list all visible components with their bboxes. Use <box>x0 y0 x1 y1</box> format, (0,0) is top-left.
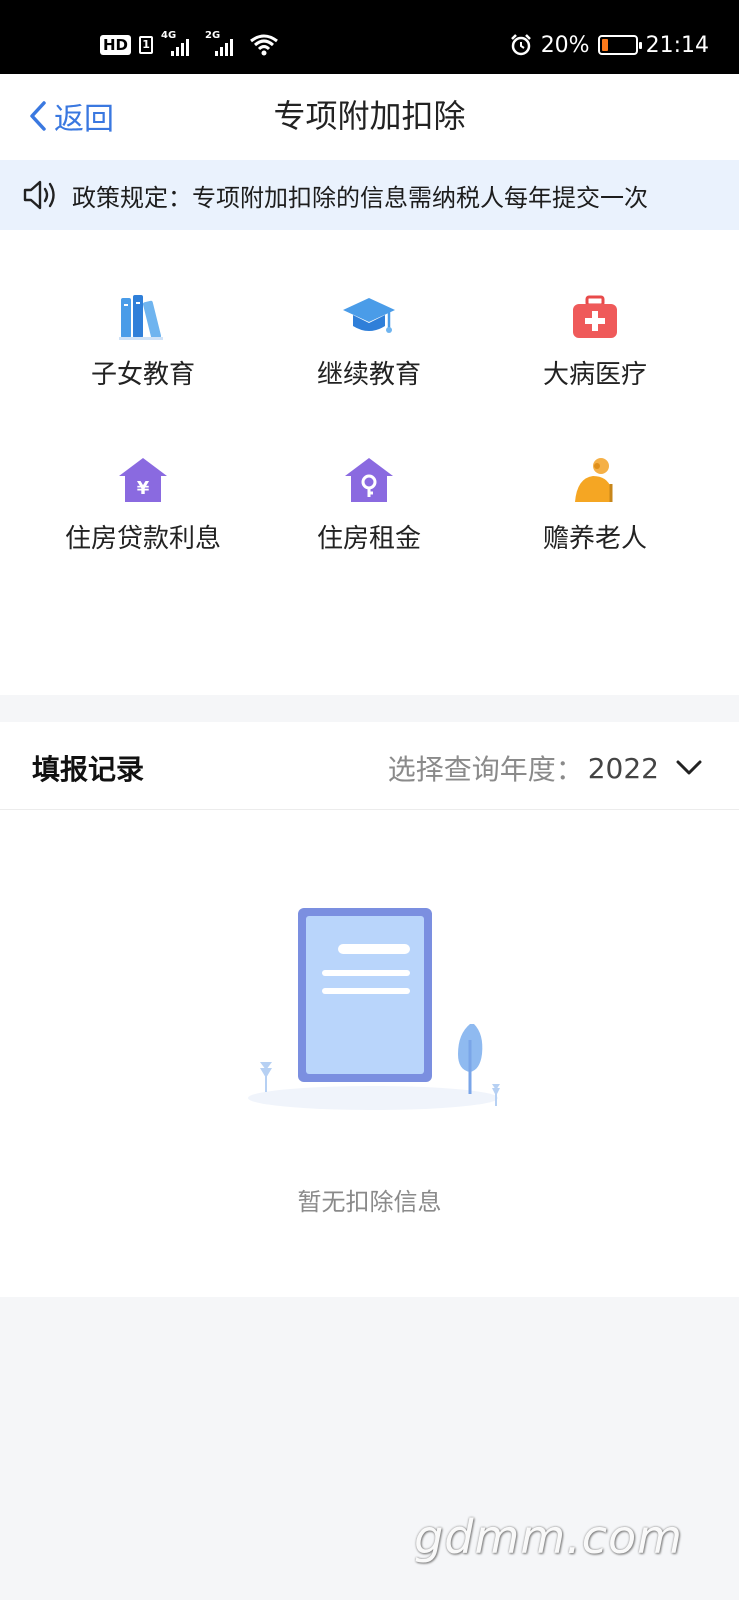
sim-icon: 1 <box>139 36 154 54</box>
category-label: 住房租金 <box>316 524 421 554</box>
watermark: gdmm.com <box>414 1510 683 1564</box>
speaker-icon <box>23 180 55 210</box>
clock: 21:14 <box>645 32 709 58</box>
category-children-education[interactable]: 子女教育 <box>28 292 258 412</box>
medical-kit-icon <box>573 295 617 338</box>
category-label: 子女教育 <box>90 360 195 390</box>
status-right: 20% 21:14 <box>509 30 709 60</box>
category-label: 继续教育 <box>316 360 421 390</box>
records-title: 填报记录 <box>32 753 145 786</box>
battery-icon <box>597 35 642 55</box>
category-label: 赡养老人 <box>542 524 647 554</box>
svg-text:¥: ¥ <box>137 478 150 499</box>
year-selector[interactable]: 选择查询年度： 2022 <box>388 748 703 788</box>
chevron-down-icon <box>676 760 702 775</box>
nav-bar: 返回 专项附加扣除 <box>0 74 739 160</box>
year-selector-value: 2022 <box>587 751 659 785</box>
category-label: 住房贷款利息 <box>64 524 221 554</box>
cell-signal-icon: 4G <box>161 30 197 58</box>
cell-signal-2-icon: 2G <box>205 30 241 58</box>
records-section: 填报记录 选择查询年度： 2022 暂无扣除信息 <box>0 722 739 1297</box>
policy-notice: 政策规定：专项附加扣除的信息需纳税人每年提交一次 <box>0 160 739 230</box>
page-title: 专项附加扣除 <box>273 97 466 135</box>
category-elderly-support[interactable]: 赡养老人 <box>480 456 710 576</box>
house-loan-icon: ¥ <box>119 458 167 502</box>
category-label: 大病医疗 <box>542 360 647 390</box>
status-bar: HD 1 4G 2G 20% 21:14 <box>0 0 739 74</box>
graduation-cap-icon <box>343 298 395 333</box>
category-housing-rent[interactable]: 住房租金 <box>254 456 484 576</box>
house-key-icon <box>345 458 393 502</box>
hd-icon: HD <box>100 35 132 55</box>
category-housing-loan-interest[interactable]: ¥ 住房贷款利息 <box>28 456 258 576</box>
battery-percent: 20% <box>540 32 590 58</box>
records-header: 填报记录 选择查询年度： 2022 <box>0 722 739 810</box>
category-continuing-education[interactable]: 继续教育 <box>254 292 484 412</box>
notice-text: 政策规定：专项附加扣除的信息需纳税人每年提交一次 <box>72 183 648 212</box>
elderly-icon <box>575 458 613 502</box>
wifi-icon <box>250 34 278 56</box>
empty-state-text: 暂无扣除信息 <box>297 1188 442 1216</box>
alarm-icon <box>510 34 531 56</box>
deduction-category-grid: 子女教育 继续教育 大病医疗 ¥ 住房贷款利息 住房租金 赡养老人 <box>0 230 739 695</box>
battery-level <box>601 39 608 51</box>
empty-state-illustration <box>248 908 500 1110</box>
category-serious-illness-medical[interactable]: 大病医疗 <box>480 292 710 412</box>
status-left: HD 1 4G 2G <box>100 30 279 60</box>
year-selector-label: 选择查询年度： <box>387 753 584 786</box>
books-icon <box>119 295 163 340</box>
